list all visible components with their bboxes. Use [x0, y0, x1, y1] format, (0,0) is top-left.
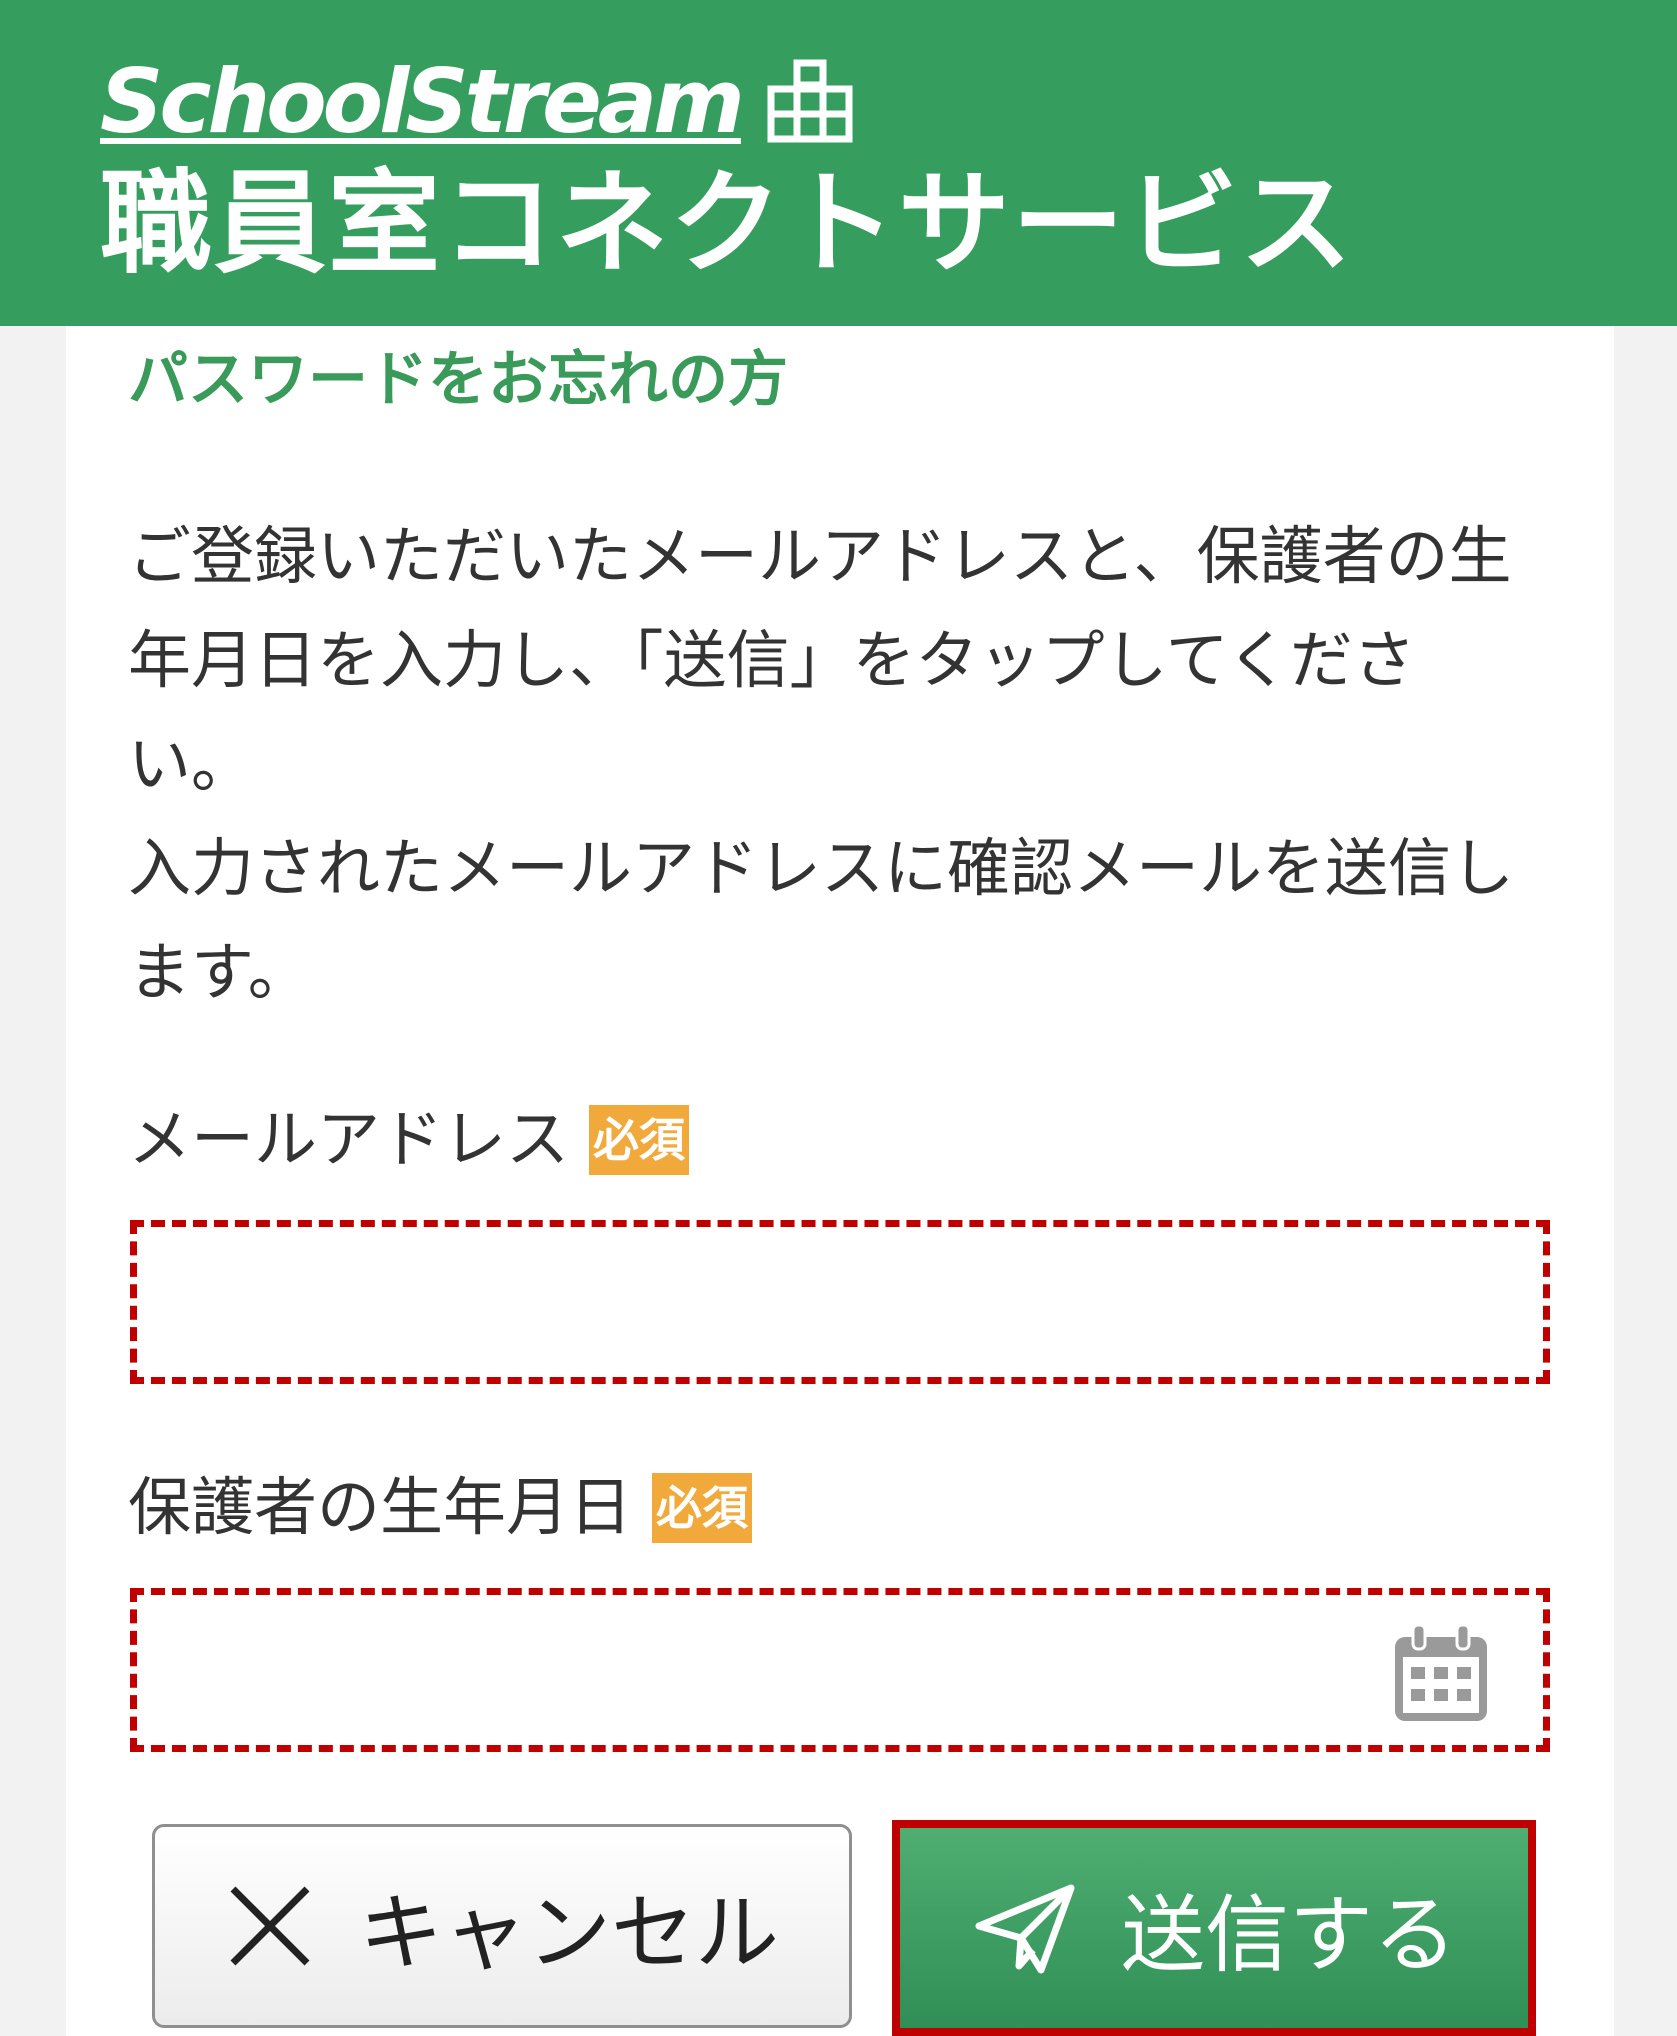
school-building-icon — [767, 59, 853, 143]
app-header: SchoolStream 職員室コネクトサービス — [0, 0, 1677, 326]
required-badge: 必須 — [589, 1105, 689, 1175]
page-title: パスワードをお忘れの方 — [128, 345, 788, 415]
instructions-paragraph-1: ご登録いただいたメールアドレスと、保護者の生年月日を入力し、「送信」をタップして… — [128, 520, 1512, 801]
send-button[interactable]: 送信する — [892, 1820, 1536, 2036]
required-badge: 必須 — [652, 1473, 752, 1543]
birthdate-label: 保護者の生年月日 必須 — [128, 1468, 752, 1548]
email-label: メールアドレス 必須 — [128, 1100, 689, 1180]
close-icon — [230, 1886, 310, 1966]
email-label-text: メールアドレス — [128, 1103, 569, 1176]
birthdate-field-frame — [130, 1588, 1550, 1752]
cancel-button[interactable]: キャンセル — [152, 1824, 852, 2028]
birthdate-field[interactable] — [137, 1595, 1543, 1745]
instructions-text: ご登録いただいたメールアドレスと、保護者の生年月日を入力し、「送信」をタップして… — [128, 505, 1528, 1025]
email-field-frame — [130, 1220, 1550, 1384]
birthdate-label-text: 保護者の生年月日 — [128, 1471, 632, 1544]
brand-logo: SchoolStream — [100, 52, 853, 152]
brand-text: SchoolStream — [100, 50, 745, 153]
email-field[interactable] — [137, 1227, 1543, 1377]
paper-plane-icon — [975, 1884, 1075, 1974]
cancel-button-label: キャンセル — [358, 1883, 779, 1982]
service-title: 職員室コネクトサービス — [100, 159, 1354, 289]
instructions-paragraph-2: 入力されたメールアドレスに確認メールを送信します。 — [128, 832, 1514, 1009]
calendar-icon[interactable] — [1389, 1623, 1493, 1727]
send-button-label: 送信する — [1120, 1885, 1457, 1984]
